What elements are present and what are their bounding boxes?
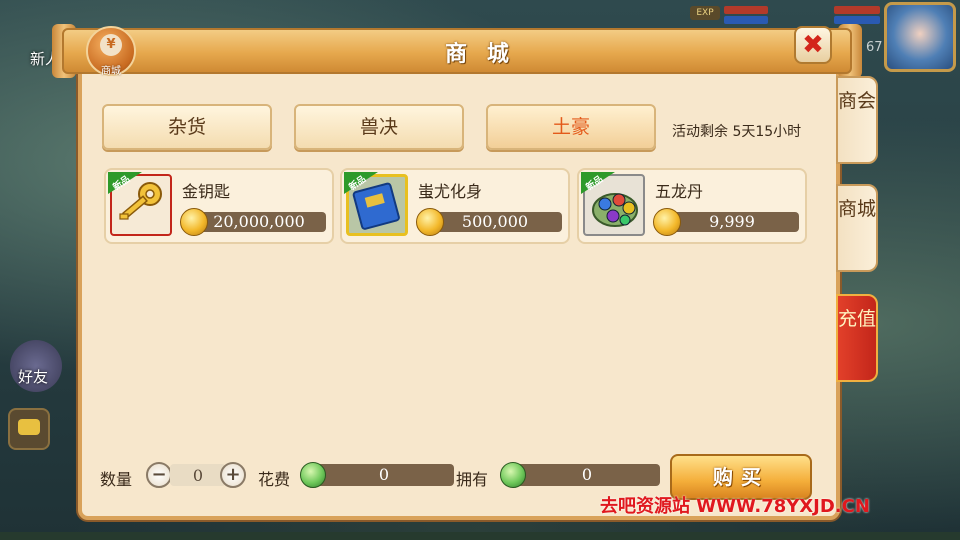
shop-badge-label: 商城 bbox=[101, 66, 121, 77]
coin-icon bbox=[416, 208, 444, 236]
item-name: 蚩尤化身 bbox=[418, 182, 483, 201]
new-tag-badge: 新品 bbox=[581, 172, 615, 194]
event-remaining-text: 活动剩余 5天15小时 bbox=[672, 124, 802, 140]
owned-label: 拥有 bbox=[456, 470, 489, 489]
coin-icon bbox=[180, 208, 208, 236]
chat-button[interactable] bbox=[8, 408, 50, 450]
coin-icon bbox=[653, 208, 681, 236]
pet-mp-bar bbox=[834, 16, 880, 24]
watermark-text: 去吧资源站 WWW.78YXJD.CN bbox=[600, 496, 870, 517]
close-button[interactable]: ✖ bbox=[794, 26, 832, 64]
tab-recharge[interactable]: 充值 bbox=[836, 294, 878, 382]
close-icon: ✖ bbox=[802, 30, 824, 60]
level-number: 67 bbox=[866, 40, 883, 55]
jade-currency-icon bbox=[500, 462, 526, 488]
item-price: 500,000 bbox=[461, 212, 529, 231]
new-tag-badge: 新品 bbox=[344, 172, 378, 194]
shop-title: 商 城 bbox=[445, 42, 515, 67]
jade-currency-icon bbox=[300, 462, 326, 488]
item-card-golden-key[interactable]: 新品 金钥匙 20,000,000 bbox=[104, 168, 334, 244]
item-price: 20,000,000 bbox=[213, 212, 305, 231]
cost-label: 花费 bbox=[258, 470, 291, 489]
tab-chamber-of-commerce[interactable]: 商会 bbox=[836, 76, 878, 164]
hp-bar bbox=[724, 6, 768, 14]
item-card-five-dragon-pill[interactable]: 新品 五龙丹 9,999 bbox=[577, 168, 807, 244]
quantity-field[interactable]: 0 bbox=[170, 464, 226, 486]
exp-label: EXP bbox=[690, 6, 720, 20]
yen-icon: ¥ bbox=[100, 34, 122, 56]
category-beast-skill-button[interactable]: 兽决 bbox=[294, 104, 464, 150]
bottom-bar bbox=[0, 532, 960, 540]
category-tycoon-button[interactable]: 土豪 bbox=[486, 104, 656, 150]
tab-mall[interactable]: 商城 bbox=[836, 184, 878, 272]
quantity-label: 数量 bbox=[100, 470, 133, 489]
item-name: 金钥匙 bbox=[182, 182, 231, 201]
new-tag-badge: 新品 bbox=[108, 172, 142, 194]
item-name: 五龙丹 bbox=[655, 182, 704, 201]
cost-value: 0 bbox=[314, 464, 454, 486]
mp-bar bbox=[724, 16, 768, 24]
quantity-increase-button[interactable]: + bbox=[220, 462, 246, 488]
item-card-chiyou-avatar[interactable]: 新品 蚩尤化身 500,000 bbox=[340, 168, 570, 244]
item-price: 9,999 bbox=[709, 212, 755, 231]
player-avatar[interactable] bbox=[884, 2, 956, 72]
friend-label: 好友 bbox=[18, 368, 49, 386]
pet-hp-bar bbox=[834, 6, 880, 14]
category-grocery-button[interactable]: 杂货 bbox=[102, 104, 272, 150]
quantity-decrease-button[interactable]: − bbox=[146, 462, 172, 488]
owned-value: 0 bbox=[514, 464, 660, 486]
